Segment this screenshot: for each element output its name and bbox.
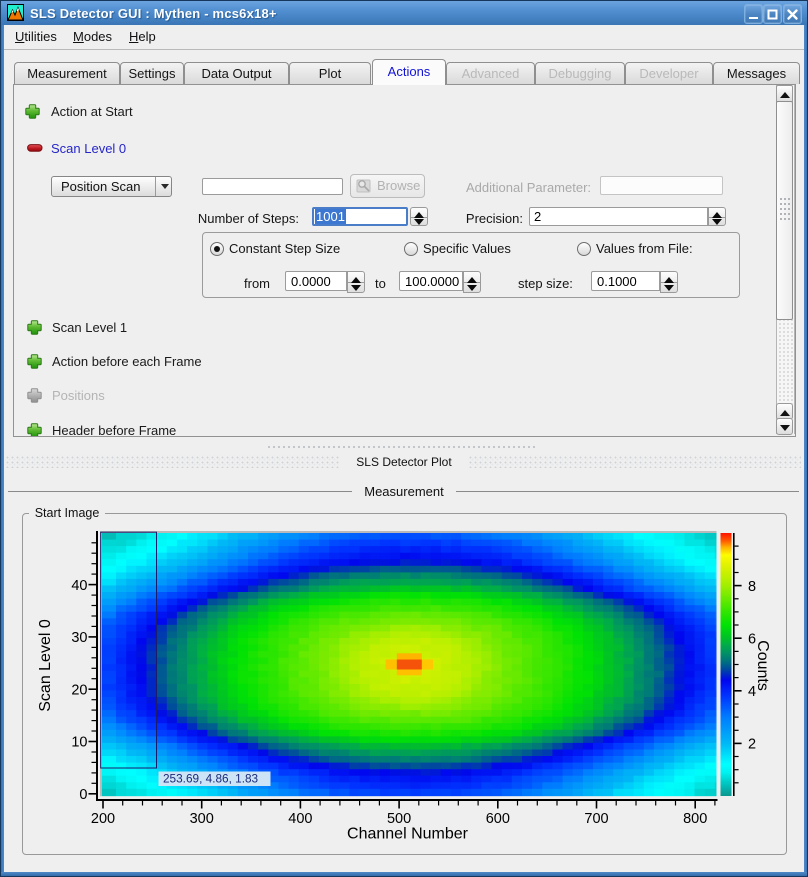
svg-text:10: 10 [71, 735, 87, 751]
svg-text:8: 8 [748, 579, 756, 595]
svg-text:Scan Level 0: Scan Level 0 [37, 619, 54, 712]
svg-text:40: 40 [71, 578, 87, 594]
svg-text:200: 200 [91, 811, 115, 827]
svg-text:253.69, 4.86, 1.83: 253.69, 4.86, 1.83 [163, 772, 259, 786]
svg-text:600: 600 [486, 811, 510, 827]
svg-text:700: 700 [584, 811, 608, 827]
svg-text:800: 800 [683, 811, 707, 827]
svg-text:2: 2 [748, 737, 756, 753]
svg-text:30: 30 [71, 630, 87, 646]
svg-text:20: 20 [71, 682, 87, 698]
svg-text:Counts: Counts [754, 640, 771, 691]
svg-text:300: 300 [190, 811, 214, 827]
svg-text:Channel Number: Channel Number [347, 826, 469, 843]
svg-text:0: 0 [79, 787, 87, 803]
svg-text:400: 400 [288, 811, 312, 827]
